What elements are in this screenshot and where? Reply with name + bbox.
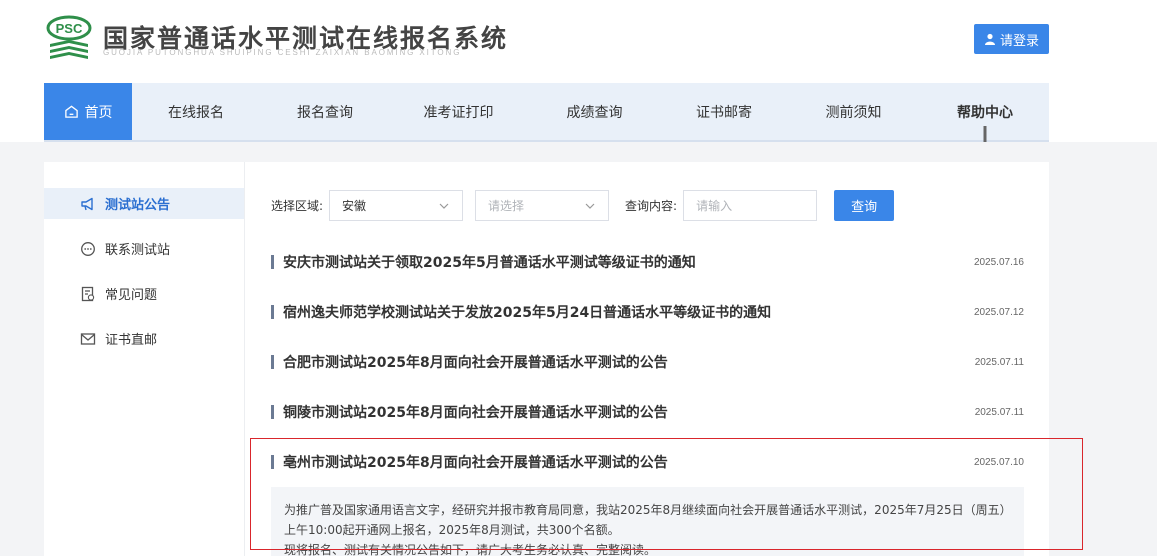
sidebar-item-contact-station[interactable]: 联系测试站 [44,233,244,264]
mail-icon [80,332,96,345]
sub-region-select[interactable]: 请选择 [475,190,610,221]
sidebar-label: 常见问题 [105,288,158,303]
logo-text: PSC [56,21,83,36]
main-nav: 首页 在线报名 报名查询 准考证打印 成绩查询 证书邮寄 测前须知 帮助中心 [44,83,1049,142]
notice-date: 2025.07.11 [974,406,1024,418]
site-subtitle: GUOJIA PUTONGHUA SHUIPING CESHI ZAIXIAN … [103,48,462,57]
nav-item-help-center[interactable]: 帮助中心 [921,83,1049,140]
login-button[interactable]: 请登录 [974,24,1049,54]
nav-item-pre-test-notice[interactable]: 测前须知 [786,83,921,140]
chevron-down-icon [585,203,595,209]
notice-title[interactable]: 亳州市测试站2025年8月面向社会开展普通话水平测试的公告 [271,452,668,472]
notice-list: 安庆市测试站关于领取2025年5月普通话水平测试等级证书的通知 2025.07.… [271,237,1024,487]
nav-item-online-register[interactable]: 在线报名 [132,83,260,140]
notice-title[interactable]: 铜陵市测试站2025年8月面向社会开展普通话水平测试的公告 [271,402,668,422]
sidebar-item-station-notices[interactable]: 测试站公告 [44,188,244,219]
detail-paragraph: 现将报名、测试有关情况公告如下，请广大考生务必认真、完整阅读。 [284,543,657,556]
notice-title[interactable]: 合肥市测试站2025年8月面向社会开展普通话水平测试的公告 [271,352,668,372]
chat-icon [81,241,95,256]
notice-row[interactable]: 铜陵市测试站2025年8月面向社会开展普通话水平测试的公告 2025.07.11 [271,387,1024,437]
filter-bar: 选择区域: 安徽 请选择 查询内容: 查询 [271,190,895,221]
nav-label: 首页 [84,104,113,121]
notice-date: 2025.07.10 [973,456,1024,468]
nav-item-certificate-mail[interactable]: 证书邮寄 [662,83,786,140]
psc-logo-icon: PSC [46,15,92,59]
notice-row[interactable]: 合肥市测试站2025年8月面向社会开展普通话水平测试的公告 2025.07.11 [271,337,1024,387]
nav-item-score-query[interactable]: 成绩查询 [527,83,662,140]
sidebar-label: 联系测试站 [105,243,171,258]
notice-date: 2025.07.11 [974,356,1024,368]
notice-title[interactable]: 安庆市测试站关于领取2025年5月普通话水平测试等级证书的通知 [271,252,696,272]
site-header: PSC 国家普通话水平测试在线报名系统 GUOJIA PUTONGHUA SHU… [0,0,1157,142]
user-icon [984,33,995,45]
sidebar-item-certificate-mail[interactable]: 证书直邮 [44,323,244,354]
megaphone-icon [81,197,93,210]
nav-item-home[interactable]: 首页 [44,83,132,140]
question-doc-icon [81,286,95,301]
notice-row[interactable]: 亳州市测试站2025年8月面向社会开展普通话水平测试的公告 2025.07.10 [271,437,1024,487]
notice-date: 2025.07.16 [973,256,1024,268]
nav-item-admission-print[interactable]: 准考证打印 [390,83,527,140]
sidebar: 测试站公告 联系测试站 常见问题 证书直邮 [44,162,245,556]
sidebar-label: 测试站公告 [105,198,171,213]
home-icon [64,105,78,118]
nav-item-register-query[interactable]: 报名查询 [260,83,390,140]
region-value: 安徽 [342,199,367,213]
region-label: 选择区域: [271,199,324,213]
main-content: 测试站公告 联系测试站 常见问题 证书直邮 选择区域: 安徽 请选择 查询内容:… [44,162,1049,556]
detail-paragraph: 为推广普及国家通用语言文字，经研究并报市教育局同意，我站2025年8月继续面向社… [284,503,1006,537]
notice-date: 2025.07.12 [973,306,1024,318]
sidebar-label: 证书直邮 [105,333,158,348]
query-label: 查询内容: [625,199,678,213]
region-select[interactable]: 安徽 [329,190,464,221]
sub-region-placeholder: 请选择 [488,199,525,213]
notice-detail: 为推广普及国家通用语言文字，经研究并报市教育局同意，我站2025年8月继续面向社… [271,487,1024,556]
notice-row[interactable]: 安庆市测试站关于领取2025年5月普通话水平测试等级证书的通知 2025.07.… [271,237,1024,287]
chevron-down-icon [439,203,449,209]
sidebar-item-faq[interactable]: 常见问题 [44,278,244,309]
notice-title[interactable]: 宿州逸夫师范学校测试站关于发放2025年5月24日普通话水平等级证书的通知 [271,302,771,322]
login-label: 请登录 [999,33,1039,49]
query-button[interactable]: 查询 [834,190,895,221]
notice-row[interactable]: 宿州逸夫师范学校测试站关于发放2025年5月24日普通话水平等级证书的通知 20… [271,287,1024,337]
query-input[interactable] [683,190,818,221]
